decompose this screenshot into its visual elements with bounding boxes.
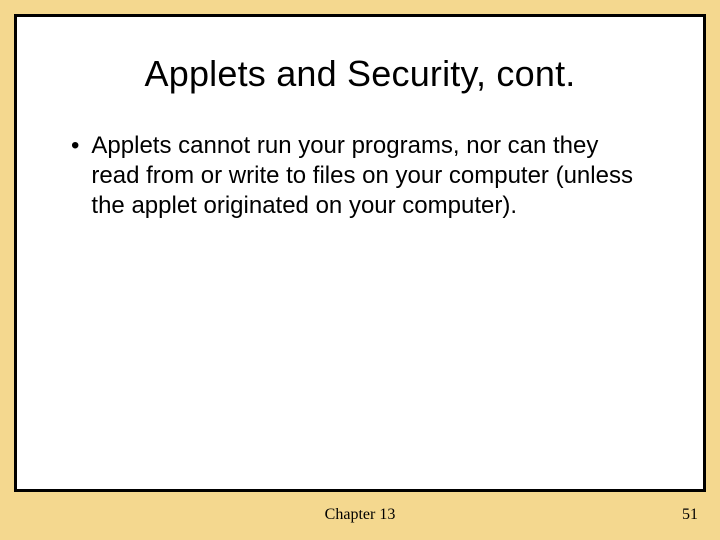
bullet-marker: •	[71, 131, 79, 161]
slide-title: Applets and Security, cont.	[57, 53, 663, 95]
slide-footer: Chapter 13 51	[0, 506, 720, 530]
bullet-item: • Applets cannot run your programs, nor …	[57, 131, 663, 221]
footer-page-number: 51	[682, 506, 698, 524]
bullet-text: Applets cannot run your programs, nor ca…	[91, 131, 651, 221]
slide-content-frame: Applets and Security, cont. • Applets ca…	[14, 14, 706, 492]
footer-center-text: Chapter 13	[0, 506, 720, 524]
